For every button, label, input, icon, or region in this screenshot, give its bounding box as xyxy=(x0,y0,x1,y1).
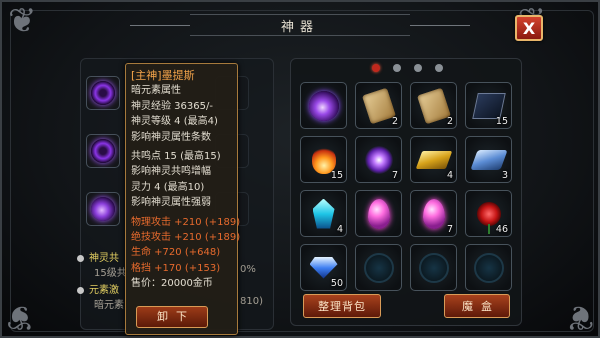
resonance-desc: 15级共 xyxy=(94,268,127,279)
page-dot-4[interactable] xyxy=(435,64,443,72)
item-count: 15 xyxy=(330,170,343,181)
inventory-cell[interactable]: 4 xyxy=(300,190,347,237)
tooltip-line: 灵力 4 (最高10) xyxy=(131,181,205,193)
resonance-title: 神灵共 xyxy=(77,249,119,264)
inventory-cell-empty[interactable] xyxy=(410,244,457,291)
page-dot-1[interactable] xyxy=(372,64,380,72)
bullet-icon xyxy=(77,254,84,262)
god-name: [主神]墨提斯 xyxy=(131,69,195,82)
item-count: 15 xyxy=(495,116,508,127)
god-slot-3[interactable] xyxy=(86,192,120,226)
tooltip-stat: 绝技攻击 +210 (+189) xyxy=(131,232,241,244)
god-slot-2[interactable] xyxy=(86,134,120,168)
inventory-cell[interactable]: 3 xyxy=(465,136,512,183)
tooltip-line: 神灵经验 36365/- xyxy=(131,100,213,112)
sort-bag-button[interactable]: 整理背包 xyxy=(303,294,381,318)
purple-spark-icon xyxy=(364,145,393,174)
item-count: 50 xyxy=(330,278,343,289)
tooltip-stat: 物理攻击 +210 (+189) xyxy=(131,216,241,228)
inventory-cell[interactable]: 46 xyxy=(465,190,512,237)
item-count: 2 xyxy=(446,116,453,127)
inventory-cell-empty[interactable] xyxy=(355,244,402,291)
item-count: 4 xyxy=(446,170,453,181)
bullet-icon xyxy=(77,286,84,294)
window-title: 神器 xyxy=(280,19,319,35)
diamond-icon xyxy=(309,256,338,279)
pink-egg-icon xyxy=(367,198,390,229)
inventory-cell[interactable]: 7 xyxy=(355,136,402,183)
tooltip-line: 暗元素属性 xyxy=(131,85,181,97)
purple-orb-icon xyxy=(308,90,339,121)
inventory-cell-empty[interactable] xyxy=(465,244,512,291)
purple-vortex-icon xyxy=(91,81,115,105)
inventory-cell[interactable]: 2 xyxy=(355,82,402,129)
blue-cloth-icon xyxy=(469,149,508,170)
inventory-cell[interactable]: 50 xyxy=(300,244,347,291)
purple-vortex-icon xyxy=(91,139,115,163)
tooltip-line: 影响神灵共鸣增幅 xyxy=(131,166,211,178)
inventory-cell[interactable]: 15 xyxy=(300,136,347,183)
tooltip-line: 神灵等级 4 (最高4) xyxy=(131,116,218,128)
scroll-icon xyxy=(361,87,396,124)
inventory-cell[interactable]: 2 xyxy=(410,82,457,129)
page-dot-3[interactable] xyxy=(414,64,422,72)
dark-book-icon xyxy=(471,92,506,119)
element-title-text: 元素激 xyxy=(89,285,119,296)
purple-swirl-icon xyxy=(91,197,115,221)
inventory-cell[interactable]: 4 xyxy=(410,136,457,183)
inventory-cell[interactable]: 7 xyxy=(410,190,457,237)
page-indicator xyxy=(372,64,443,72)
element-desc: 暗元素 xyxy=(94,300,124,311)
element-value: 810) xyxy=(240,296,263,307)
inventory-grid: 2 2 15 15 7 4 3 4 7 46 50 xyxy=(300,82,512,294)
unload-button[interactable]: 卸下 xyxy=(136,306,208,328)
corner-ornament-icon: ❦ xyxy=(8,1,37,41)
god-info-tooltip: [主神]墨提斯 暗元素属性 神灵经验 36365/- 神灵等级 4 (最高4) … xyxy=(125,63,241,335)
inventory-cell[interactable] xyxy=(300,82,347,129)
close-icon: X xyxy=(522,18,536,38)
tooltip-line: 影响神灵属性条数 xyxy=(131,131,211,143)
corner-ornament-icon: ❦ xyxy=(6,297,35,337)
resonance-value: 0% xyxy=(240,264,256,275)
god-slot-1[interactable] xyxy=(86,76,120,110)
magic-box-button[interactable]: 魔盒 xyxy=(444,294,510,318)
close-button[interactable]: X xyxy=(515,15,543,41)
element-title: 元素激 xyxy=(77,281,119,296)
tooltip-price: 售价：20000金币 xyxy=(131,278,213,290)
item-count: 46 xyxy=(495,224,508,235)
scroll-icon xyxy=(416,87,451,124)
item-count: 7 xyxy=(391,170,398,181)
item-count: 4 xyxy=(336,224,343,235)
window-title-bar: 神器 xyxy=(130,14,470,36)
rose-icon xyxy=(476,201,501,234)
tooltip-stat: 生命 +720 (+648) xyxy=(131,247,221,259)
corner-ornament-icon: ❦ xyxy=(565,297,595,337)
gold-bar-icon xyxy=(415,150,452,169)
item-count: 7 xyxy=(446,224,453,235)
tooltip-line: 共鸣点 15 (最高15) xyxy=(131,151,221,163)
inventory-cell[interactable]: 15 xyxy=(465,82,512,129)
tooltip-line: 影响神灵属性强弱 xyxy=(131,197,211,209)
resonance-title-text: 神灵共 xyxy=(89,253,119,264)
tooltip-stat: 格挡 +170 (+153) xyxy=(131,262,221,274)
item-count: 3 xyxy=(501,170,508,181)
inventory-cell[interactable] xyxy=(355,190,402,237)
page-dot-2[interactable] xyxy=(393,64,401,72)
crystal-icon xyxy=(312,198,335,229)
item-count: 2 xyxy=(391,116,398,127)
pink-egg-icon xyxy=(422,198,445,229)
